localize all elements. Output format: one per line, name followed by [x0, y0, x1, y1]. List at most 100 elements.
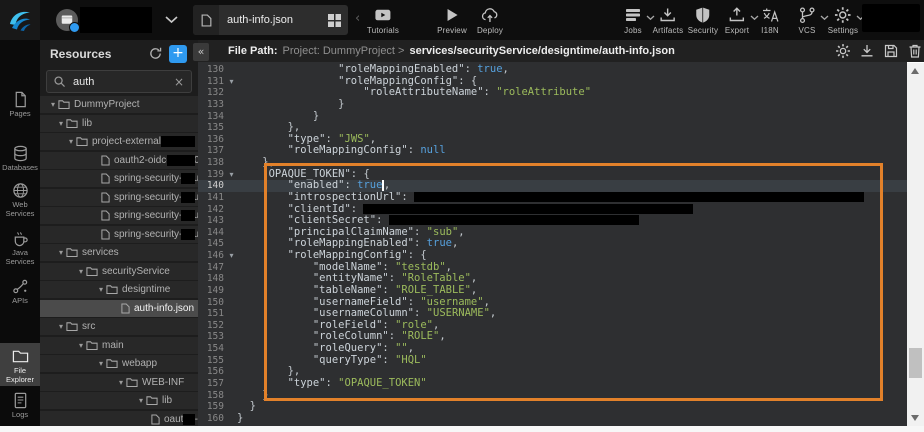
tree-row-spring-security-oau[interactable]: spring-security-oau: [40, 226, 198, 243]
tree-row-project-external-depen[interactable]: ▾project-external-depen: [40, 133, 198, 150]
sidebar-item-label: File Explorer: [0, 367, 40, 384]
tree-row-dummyproject[interactable]: ▾DummyProject: [40, 96, 198, 113]
scroll-up-arrow-icon[interactable]: [911, 68, 919, 74]
toolbar-settings-button[interactable]: Settings: [828, 6, 859, 35]
toolbar-vcs-button[interactable]: VCS: [798, 6, 816, 35]
token: ,: [471, 272, 477, 284]
toolbar-i18n-button[interactable]: I18N: [761, 6, 779, 35]
toolbar-deploy-button[interactable]: Deploy: [477, 6, 503, 35]
expand-arrow-icon[interactable]: ▾: [116, 378, 126, 387]
toolbar-tutorials-button[interactable]: Tutorials: [367, 6, 399, 35]
tree-row-spring-security-oau[interactable]: spring-security-oau: [40, 207, 198, 224]
code-editor[interactable]: 130 "roleMappingEnabled": true,131▾ "rol…: [198, 62, 907, 426]
token: "roleMappingConfig": [237, 75, 458, 87]
editor-scrollbar[interactable]: [907, 63, 924, 426]
line-number: 142: [198, 204, 226, 216]
token: "usernameField": [237, 296, 408, 308]
expand-arrow-icon[interactable]: ▾: [96, 359, 106, 368]
tree-item-label: src: [82, 321, 95, 332]
fold-arrow-icon[interactable]: ▾: [226, 250, 237, 262]
token: "JWS": [338, 133, 370, 145]
expand-arrow-icon[interactable]: ▾: [56, 248, 66, 257]
sidebar-item-databases[interactable]: Databases: [0, 140, 40, 177]
code-text: }: [237, 111, 907, 123]
line-number: 149: [198, 285, 226, 297]
tree-row-webapp[interactable]: ▾webapp: [40, 355, 198, 372]
scroll-down-arrow-icon[interactable]: [911, 415, 919, 421]
sidebar-item-logs[interactable]: Logs: [0, 387, 40, 424]
search-input[interactable]: [71, 75, 174, 89]
project-avatar-icon[interactable]: [56, 9, 78, 31]
code-text: "roleMappingConfig": null: [237, 145, 907, 157]
collapse-panel-icon[interactable]: «: [193, 43, 209, 61]
tree-row-lib[interactable]: ▾lib: [40, 115, 198, 132]
token: true: [427, 237, 452, 249]
line-number: 141: [198, 192, 226, 204]
toolbar-jobs-button[interactable]: Jobs: [624, 6, 642, 35]
refresh-icon[interactable]: [148, 46, 163, 61]
token: :: [414, 226, 427, 238]
file-path-label: File Path:: [228, 45, 278, 57]
toolbar-export-button[interactable]: Export: [725, 6, 749, 35]
project-switcher-chevron-icon[interactable]: [165, 16, 178, 24]
tree-row-lib[interactable]: ▾lib: [40, 392, 198, 409]
expand-arrow-icon[interactable]: ▾: [76, 267, 86, 276]
token: "type": [237, 377, 326, 389]
preview-play-icon: [443, 6, 461, 24]
token: "introspectionUrl": [237, 191, 401, 203]
tab-auth-info-json[interactable]: auth-info.json: [193, 5, 348, 35]
artifacts-download-icon: [659, 6, 677, 24]
tab-grid-icon[interactable]: [327, 13, 342, 28]
tree-row-securityservice[interactable]: ▾securityService: [40, 263, 198, 280]
token: "RoleTable": [401, 272, 471, 284]
chevron-down-icon[interactable]: [750, 15, 759, 21]
resource-search-box[interactable]: ×: [46, 70, 192, 93]
tree-row-designtime[interactable]: ▾designtime: [40, 281, 198, 298]
tab-scroll-left-icon[interactable]: ‹: [355, 11, 360, 26]
fold-arrow-icon: [226, 145, 237, 157]
tree-row-spring-security-oau[interactable]: spring-security-oau: [40, 170, 198, 187]
redacted-value: [363, 204, 693, 214]
tree-row-spring-security-oau[interactable]: spring-security-oau: [40, 189, 198, 206]
sidebar-item-pages[interactable]: Pages: [0, 86, 40, 123]
expand-arrow-icon[interactable]: ▾: [66, 137, 76, 146]
token: }: [237, 389, 269, 401]
sidebar-item-java-services[interactable]: Java Services: [0, 225, 40, 270]
expand-arrow-icon[interactable]: ▾: [76, 341, 86, 350]
download-file-icon[interactable]: [859, 43, 875, 59]
tree-row-web-inf[interactable]: ▾WEB-INF: [40, 374, 198, 391]
expand-arrow-icon[interactable]: ▾: [56, 119, 66, 128]
token: "testdb": [395, 261, 446, 273]
token: "usernameColumn": [237, 307, 414, 319]
token: "HQL": [395, 354, 427, 366]
toolbar-artifacts-button[interactable]: Artifacts: [653, 6, 684, 35]
sidebar-item-file-explorer[interactable]: File Explorer: [0, 343, 40, 386]
fold-arrow-icon[interactable]: ▾: [226, 76, 237, 88]
resources-title: Resources: [50, 47, 111, 61]
tree-row-services[interactable]: ▾services: [40, 244, 198, 261]
scroll-thumb[interactable]: [909, 348, 922, 378]
line-number: 146: [198, 250, 226, 262]
tree-row-auth-info-json[interactable]: auth-info.json: [40, 300, 198, 317]
expand-arrow-icon[interactable]: ▾: [56, 322, 66, 331]
sidebar-item-web-services[interactable]: Web Services: [0, 177, 40, 222]
toolbar-preview-button[interactable]: Preview: [437, 6, 467, 35]
editor-settings-gear-icon[interactable]: [835, 43, 851, 59]
app-logo-icon[interactable]: [0, 0, 40, 40]
expand-arrow-icon[interactable]: ▾: [96, 285, 106, 294]
tree-row-oauth2-oidc-sdk-10[interactable]: oauth2-oidc-sdk-10: [40, 152, 198, 169]
sidebar-item-apis[interactable]: APIs: [0, 273, 40, 310]
line-number: 140: [198, 180, 226, 192]
save-file-icon[interactable]: [883, 43, 899, 59]
expand-arrow-icon[interactable]: ▾: [48, 100, 58, 109]
clear-search-icon[interactable]: ×: [174, 75, 184, 89]
tree-row-oauth2-o[interactable]: oauth2-o: [40, 411, 198, 428]
delete-file-icon[interactable]: [907, 43, 923, 59]
tree-row-main[interactable]: ▾main: [40, 337, 198, 354]
fold-arrow-icon[interactable]: ▾: [226, 169, 237, 181]
add-resource-button[interactable]: +: [169, 45, 187, 63]
toolbar-security-button[interactable]: Security: [688, 6, 719, 35]
folder-icon: [126, 377, 138, 388]
expand-arrow-icon[interactable]: ▾: [136, 396, 146, 405]
tree-row-src[interactable]: ▾ src: [40, 318, 198, 335]
